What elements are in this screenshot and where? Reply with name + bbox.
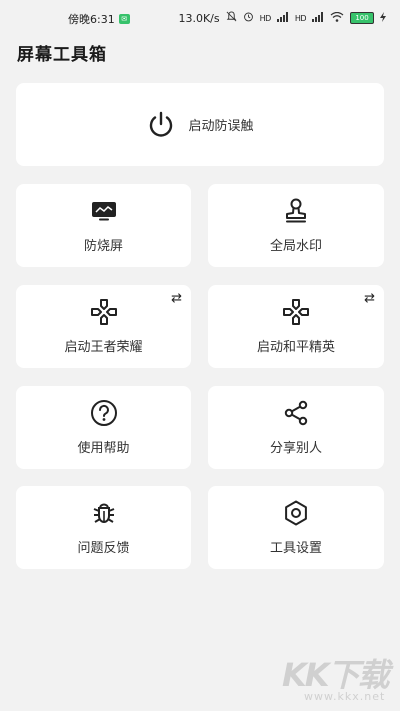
anti-burn-screen-button[interactable]: 防烧屏 (16, 184, 191, 267)
gamepad-icon (282, 298, 310, 326)
battery-icon: 100 (350, 12, 374, 24)
signal-icon-2 (312, 11, 324, 25)
signal-hd-label-1: HD (259, 13, 272, 23)
swap-icon[interactable]: ⇄ (364, 291, 375, 306)
message-notification-icon: ✉ (118, 14, 130, 24)
launch-peace-elite-label: 启动和平精英 (256, 340, 335, 355)
tool-settings-label: 工具设置 (269, 541, 322, 556)
launch-honor-of-kings-label: 启动王者荣耀 (64, 340, 143, 355)
status-time: 傍晚6:31 (68, 13, 115, 26)
alarm-icon (243, 11, 254, 25)
swap-icon[interactable]: ⇄ (171, 291, 182, 306)
signal-hd-label-2: HD (294, 13, 307, 23)
launch-peace-elite-button[interactable]: ⇄ 启动和平精英 (208, 285, 384, 368)
mute-icon (226, 11, 237, 25)
stamp-icon (282, 197, 310, 225)
app-title: 屏幕工具箱 (17, 45, 107, 65)
charging-icon (380, 11, 386, 25)
share-icon (282, 399, 310, 427)
watermark-url: www.kkx.net (304, 690, 386, 703)
signal-icon (276, 11, 289, 25)
bug-icon (90, 499, 118, 527)
global-watermark-label: 全局水印 (269, 239, 322, 254)
global-watermark-button[interactable]: 全局水印 (208, 184, 384, 267)
feedback-button[interactable]: 问题反馈 (16, 486, 191, 569)
start-anti-touch-button[interactable]: 启动防误触 (16, 83, 384, 166)
tool-settings-button[interactable]: 工具设置 (208, 486, 384, 569)
settings-icon (282, 499, 310, 527)
usage-help-label: 使用帮助 (77, 441, 130, 456)
site-watermark: KK下载 www.kkx.net (282, 650, 392, 708)
help-icon (90, 399, 118, 427)
gamepad-icon (90, 298, 118, 326)
usage-help-button[interactable]: 使用帮助 (16, 386, 191, 469)
power-icon (146, 110, 176, 140)
monitor-icon (90, 197, 118, 225)
launch-honor-of-kings-button[interactable]: ⇄ 启动王者荣耀 (16, 285, 191, 368)
anti-burn-screen-label: 防烧屏 (83, 239, 123, 254)
network-speed: 13.0K/s (178, 11, 220, 25)
share-label: 分享别人 (269, 441, 322, 456)
start-anti-touch-label: 启动防误触 (188, 119, 254, 134)
feedback-label: 问题反馈 (77, 541, 130, 556)
wifi-icon (330, 11, 344, 25)
status-bar: 傍晚6:31 ✉ 13.0K/s HD HD 100 (0, 0, 400, 36)
share-button[interactable]: 分享别人 (208, 386, 384, 469)
